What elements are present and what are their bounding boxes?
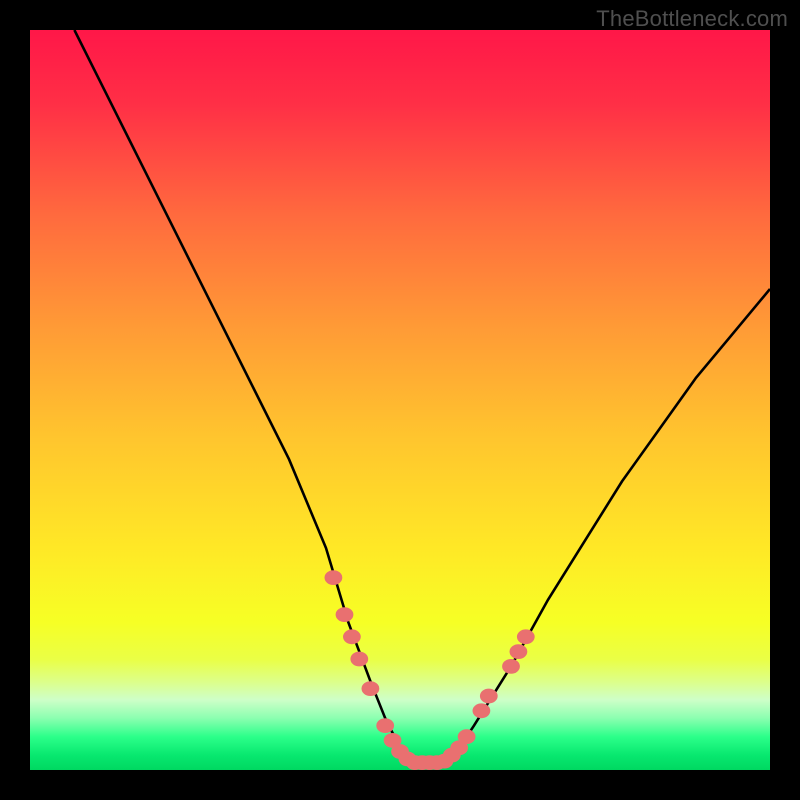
curve-marker: [458, 729, 476, 744]
curve-marker: [362, 681, 380, 696]
curve-marker: [517, 629, 535, 644]
curve-marker: [376, 718, 394, 733]
curve-path: [74, 30, 770, 763]
curve-marker: [473, 703, 491, 718]
plot-area: [30, 30, 770, 770]
curve-marker: [502, 659, 520, 674]
curve-marker: [480, 689, 498, 704]
curve-marker: [343, 629, 361, 644]
curve-markers: [325, 570, 535, 770]
curve-marker: [325, 570, 343, 585]
bottleneck-curve: [30, 30, 770, 770]
curve-marker: [350, 652, 368, 667]
curve-marker: [336, 607, 354, 622]
chart-frame: TheBottleneck.com: [0, 0, 800, 800]
curve-marker: [510, 644, 528, 659]
watermark-text: TheBottleneck.com: [596, 6, 788, 32]
